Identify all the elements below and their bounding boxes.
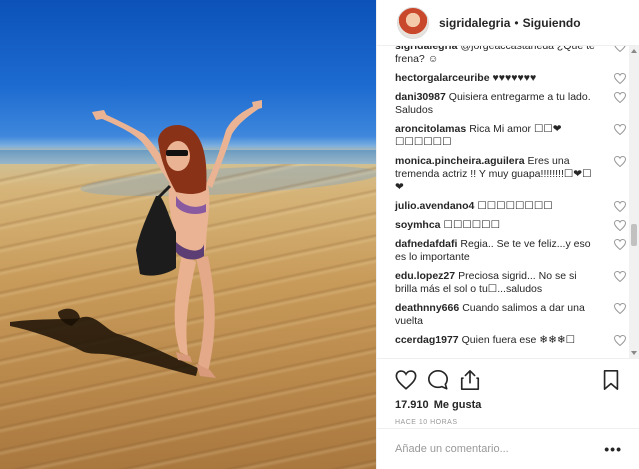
comments-scrollbar[interactable] [629, 46, 639, 358]
heart-icon[interactable] [614, 46, 626, 52]
follow-status-button[interactable]: Siguiendo [523, 16, 581, 30]
comment-item: hectorgalarceuribe ♥♥♥♥♥♥♥ [395, 72, 626, 85]
heart-icon[interactable] [614, 303, 626, 314]
heart-icon[interactable] [614, 73, 626, 84]
post-actions: 17.910 Me gusta Hace 10 horas [377, 358, 639, 428]
scrollbar-thumb[interactable] [631, 224, 637, 246]
photo-person [10, 100, 262, 378]
comment-item: julio.avendano4 ☐☐☐☐☐☐☐☐ [395, 200, 626, 213]
comment-item: dafnedafdafi Regia.. Se te ve feliz...y e… [395, 238, 626, 264]
header-username[interactable]: sigridalegria [439, 16, 510, 30]
heart-icon[interactable] [614, 220, 626, 231]
post-header: sigridalegria • Siguiendo [377, 0, 639, 46]
likes-number: 17.910 [395, 399, 429, 411]
comment-username[interactable]: soymhca [395, 219, 441, 231]
heart-icon[interactable] [614, 335, 626, 346]
scroll-up-arrow-icon[interactable] [631, 49, 637, 53]
comment-text: ♥♥♥♥♥♥♥ [492, 72, 537, 84]
heart-icon[interactable] [614, 201, 626, 212]
post-timestamp[interactable]: Hace 10 horas [395, 419, 622, 426]
comment-item: deathnny666 Cuando salimos a dar una vuel… [395, 302, 626, 328]
comment-username[interactable]: edu.lopez27 [395, 270, 455, 282]
bookmark-icon[interactable] [600, 369, 622, 391]
heart-icon[interactable] [614, 92, 626, 103]
comment-username[interactable]: julio.avendano4 [395, 200, 474, 212]
heart-icon[interactable] [614, 271, 626, 282]
comment-item: monica.pincheira.aguilera Eres una tremen… [395, 155, 626, 194]
comment-username[interactable]: deathnny666 [395, 302, 459, 314]
add-comment-bar: ••• [377, 428, 639, 469]
comment-text: ☐☐☐☐☐☐ [443, 219, 501, 231]
comment-username[interactable]: monica.pincheira.aguilera [395, 155, 525, 167]
comments-list[interactable]: sigridalegria @jorgeaccastaneda ¿Qué te f… [377, 46, 639, 358]
comment-username[interactable]: hectorgalarceuribe [395, 72, 490, 84]
comment-text: Quien fuera ese ❄❄❄☐ [461, 334, 576, 346]
comment-input[interactable] [395, 443, 605, 455]
header-separator: • [514, 15, 519, 30]
comment-username[interactable]: dafnedafdafi [395, 238, 457, 250]
comment-text: ☐☐☐☐☐☐☐☐ [477, 200, 553, 212]
likes-label: Me gusta [433, 399, 482, 411]
post-panel: sigridalegria • Siguiendo sigridalegria @… [376, 0, 639, 469]
action-icons [395, 367, 622, 393]
comment-item: ccerdag1977 Quien fuera ese ❄❄❄☐ [395, 334, 626, 347]
comment-icon[interactable] [427, 369, 449, 391]
comment-item: aroncitolamas Rica Mi amor ☐☐❤☐☐☐☐☐☐ [395, 123, 626, 149]
comment-username[interactable]: aroncitolamas [395, 123, 466, 135]
avatar[interactable] [397, 6, 429, 39]
heart-icon[interactable] [614, 156, 626, 167]
heart-icon[interactable] [614, 239, 626, 250]
comment-username[interactable]: sigridalegria [395, 46, 457, 52]
post-photo[interactable] [0, 0, 376, 469]
comment-item: edu.lopez27 Preciosa sigrid... No se si b… [395, 270, 626, 296]
comment-item: dani30987 Quisiera entregarme a tu lado. … [395, 91, 626, 117]
comment-username[interactable]: dani30987 [395, 91, 446, 103]
comment-username[interactable]: ccerdag1977 [395, 334, 459, 346]
share-icon[interactable] [459, 369, 481, 391]
comment-item: sigridalegria @jorgeaccastaneda ¿Qué te f… [395, 46, 626, 66]
likes-count[interactable]: 17.910 Me gusta [395, 399, 622, 411]
comment-item: soymhca ☐☐☐☐☐☐ [395, 219, 626, 232]
scroll-down-arrow-icon[interactable] [631, 351, 637, 355]
heart-icon[interactable] [395, 369, 417, 391]
more-options-icon[interactable]: ••• [604, 441, 622, 457]
heart-icon[interactable] [614, 124, 626, 135]
